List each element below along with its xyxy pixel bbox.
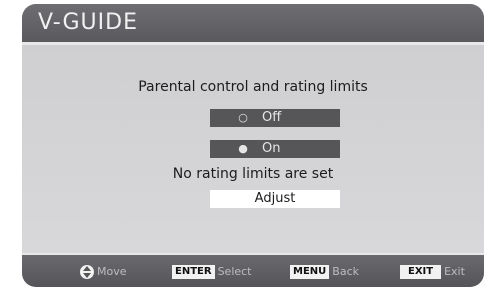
menu-hint: MENU Back [290,264,359,280]
header-bar: V-GUIDE [22,4,484,42]
page-title: V-GUIDE [38,10,138,35]
menu-hint-label: Back [332,265,359,278]
v-guide-screen: V-GUIDE Parental control and rating limi… [22,4,484,287]
menu-key: MENU [290,265,330,279]
rating-status-text: No rating limits are set [172,166,334,182]
option-off-label: Off [262,110,282,125]
option-on[interactable]: ● On [210,140,340,158]
move-hint-label: Move [97,265,127,278]
radio-unselected-icon: ○ [238,111,248,124]
option-on-label: On [262,141,281,156]
up-down-arrow-icon [80,265,94,279]
option-off[interactable]: ○ Off [210,109,340,127]
adjust-button[interactable]: Adjust [210,190,340,208]
radio-selected-icon: ● [238,142,248,155]
move-hint: Move [80,264,127,280]
exit-hint-label: Exit [444,265,465,278]
enter-key: ENTER [172,265,215,279]
section-title: Parental control and rating limits [138,79,368,95]
exit-hint: EXIT Exit [400,264,465,280]
footer-hints: Move ENTER Select MENU Back EXIT Exit [22,253,484,287]
content-area: Parental control and rating limits ○ Off… [22,45,484,253]
enter-hint-label: Select [217,265,252,278]
enter-hint: ENTER Select [172,264,252,280]
exit-key: EXIT [400,265,442,279]
